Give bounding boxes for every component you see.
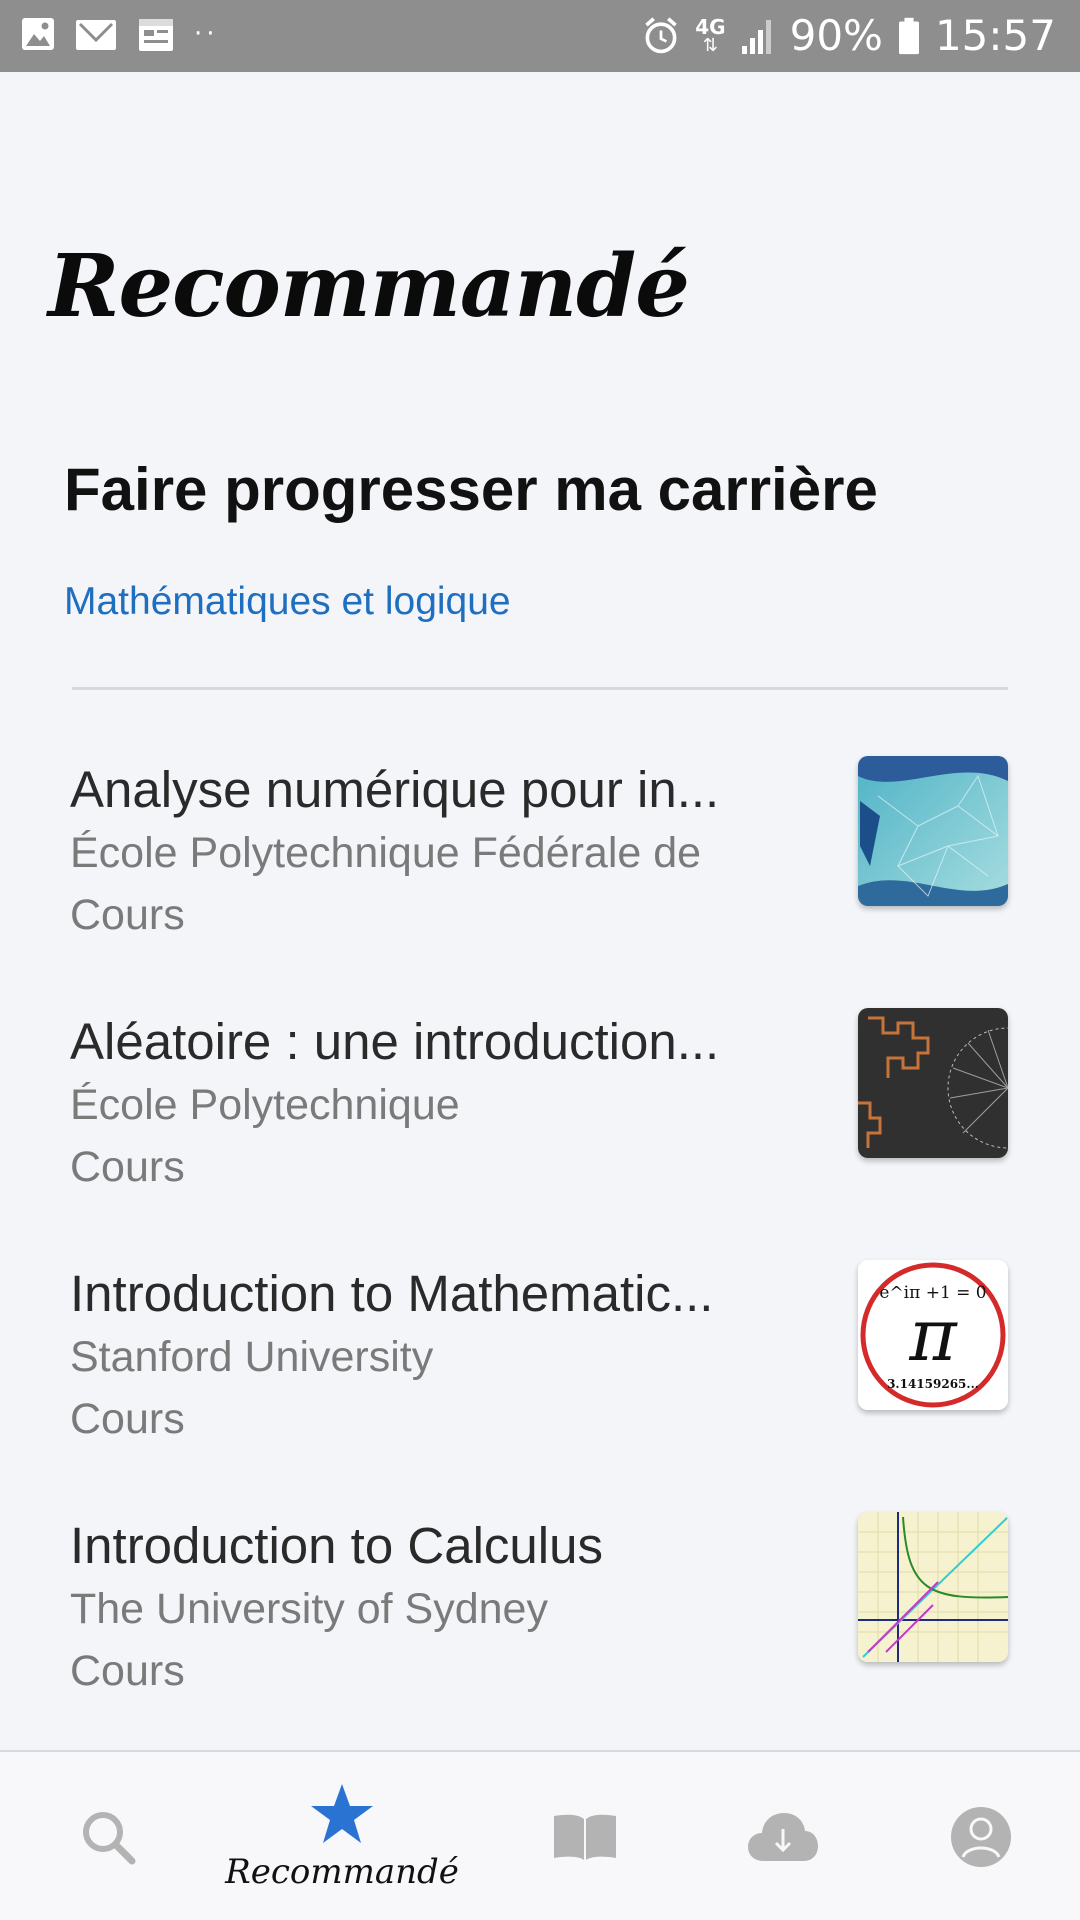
nav-recommended[interactable]: Recommandé [225, 1752, 459, 1920]
bottom-nav: Recommandé [0, 1750, 1080, 1920]
nav-library[interactable] [477, 1752, 693, 1920]
network-4g-icon: 4G ⇅ [695, 15, 726, 56]
profile-icon [951, 1807, 1011, 1867]
section-title: Faire progresser ma carrière [64, 456, 878, 523]
nav-search[interactable] [0, 1752, 216, 1920]
course-item[interactable]: Aléatoire : une introduction... École Po… [0, 982, 1080, 1222]
mail-icon [76, 20, 116, 50]
course-item[interactable]: Introduction to Calculus The University … [0, 1486, 1080, 1726]
status-right-icons: 4G ⇅ 90% 15:57 [641, 10, 1056, 62]
nav-profile[interactable] [873, 1752, 1080, 1920]
battery-icon [898, 17, 919, 55]
course-item[interactable]: Introduction to Mathematic... Stanford U… [0, 1234, 1080, 1474]
graph-thumbnail [858, 1512, 1008, 1662]
course-title: Introduction to Mathematic... [70, 1265, 714, 1322]
course-type: Cours [70, 1395, 185, 1443]
more-dots-icon: ·· [194, 19, 219, 49]
pi-symbol: π [908, 1293, 958, 1377]
course-title: Aléatoire : une introduction... [70, 1013, 720, 1070]
course-text: Analyse numérique pour in... École Polyt… [70, 758, 800, 946]
network-type: 4G [695, 15, 726, 39]
course-text: Introduction to Calculus The University … [70, 1514, 800, 1702]
course-title: Introduction to Calculus [70, 1517, 603, 1574]
course-item[interactable]: Analyse numérique pour in... École Polyt… [0, 730, 1080, 970]
page-title: Recommandé [48, 236, 690, 337]
course-text: Aléatoire : une introduction... École Po… [70, 1010, 800, 1198]
divider [72, 687, 1008, 690]
pi-thumbnail: e^iπ +1 = 0 π 3.14159265... [858, 1260, 1008, 1410]
course-text: Introduction to Mathematic... Stanford U… [70, 1262, 800, 1450]
status-bar: ·· 4G ⇅ 90% 15:57 [0, 0, 1080, 72]
alarm-icon [645, 17, 677, 54]
course-school: The University of Sydney [70, 1585, 548, 1633]
course-type: Cours [70, 1143, 185, 1191]
book-icon [554, 1814, 616, 1860]
pi-digits: 3.14159265... [887, 1377, 979, 1391]
screen: ·· 4G ⇅ 90% 15:57 Recommandé Faire progr… [0, 0, 1080, 1920]
status-time: 15:57 [934, 11, 1056, 60]
course-type: Cours [70, 891, 185, 939]
signal-icon [741, 20, 771, 54]
calendar-icon [139, 19, 173, 51]
course-school: Stanford University [70, 1333, 434, 1381]
course-title: Analyse numérique pour in... [70, 761, 720, 818]
course-type: Cours [70, 1647, 185, 1695]
star-icon [311, 1784, 373, 1843]
image-icon [22, 18, 54, 50]
course-school: École Polytechnique Fédérale de [70, 829, 702, 877]
download-cloud-icon [748, 1813, 818, 1861]
nav-label-recommended: Recommandé [225, 1852, 459, 1892]
mesh-thumbnail [858, 756, 1008, 906]
search-icon [83, 1812, 136, 1865]
course-school: École Polytechnique [70, 1081, 460, 1129]
status-left-icons: ·· [20, 14, 219, 54]
random-walk-thumbnail [858, 1008, 1008, 1158]
nav-downloads[interactable] [675, 1752, 891, 1920]
category-link[interactable]: Mathématiques et logique [64, 580, 511, 624]
battery-percent: 90% [789, 11, 883, 60]
